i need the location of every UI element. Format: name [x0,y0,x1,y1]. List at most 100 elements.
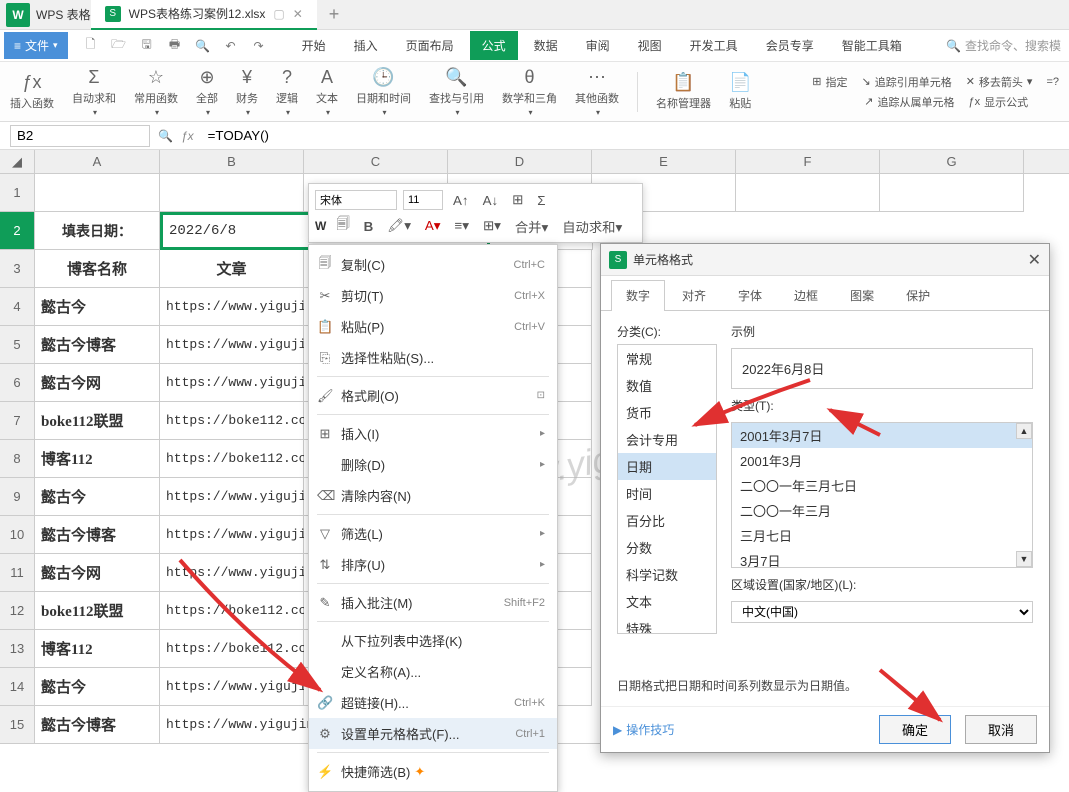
type-list[interactable]: ▲ ▼ 2001年3月7日2001年3月二〇〇一年三月七日二〇〇一年三月三月七日… [731,422,1033,568]
cell[interactable]: https://boke112.cc [160,440,304,478]
row-header[interactable]: 7 [0,402,34,440]
category-item[interactable]: 数值 [618,372,716,399]
remove-arrows-button[interactable]: ✕ 移去箭头 ▾ [966,74,1033,90]
trace-dependents-button[interactable]: ↗ 追踪从属单元格 [864,94,954,110]
copy-item[interactable]: 🗐复制(C)Ctrl+C [309,249,557,280]
cell[interactable]: 懿古今 [35,288,160,326]
sum-icon[interactable]: Σ [533,192,549,209]
ribbon-tab[interactable]: 数据 [522,31,570,60]
show-formulas-button[interactable]: ƒx 显示公式 [968,94,1028,110]
scroll-up-icon[interactable]: ▲ [1016,423,1032,439]
logical-button[interactable]: ?逻辑 [276,67,298,117]
dialog-tab[interactable]: 数字 [611,280,665,311]
cell[interactable]: https://www.yiguji [160,364,304,402]
row-header[interactable]: 9 [0,478,34,516]
increase-font-icon[interactable]: A↑ [449,192,473,209]
clear-item[interactable]: ⌫清除内容(N) [309,480,557,511]
paste-special-item[interactable]: ⎘选择性粘贴(S)... [309,342,557,373]
sort-item[interactable]: ⇅排序(U)▸ [309,549,557,580]
assign-button[interactable]: ⊞ 指定 [812,74,847,90]
close-icon[interactable]: ✕ [293,7,303,21]
ribbon-tab[interactable]: 页面布局 [394,31,466,60]
lookup-button[interactable]: 🔍查找与引用 [429,67,484,117]
dropdown-list-item[interactable]: 从下拉列表中选择(K) [309,625,557,656]
print-icon[interactable]: 🖶 [166,37,184,55]
dialog-tab[interactable]: 保护 [891,280,945,310]
type-item[interactable]: 2001年3月7日 [732,423,1032,448]
name-manager-button[interactable]: 📋名称管理器 [656,72,711,111]
row-header[interactable]: 15 [0,706,34,744]
borders-icon[interactable]: ⊞ [508,191,527,209]
type-item[interactable]: 二〇〇一年三月七日 [732,473,1032,498]
decrease-font-icon[interactable]: A↓ [479,192,503,209]
cell[interactable]: https://boke112.cc [160,402,304,440]
category-list[interactable]: 常规数值货币会计专用日期时间百分比分数科学记数文本特殊自定义 [617,344,717,634]
ribbon-tab[interactable]: 智能工具箱 [830,31,914,60]
dialog-tab[interactable]: 边框 [779,280,833,310]
name-box[interactable] [10,125,150,147]
ribbon-tab[interactable]: 开发工具 [678,31,750,60]
cell[interactable]: https://www.yiguji [160,668,304,706]
tips-link[interactable]: ▶操作技巧 [613,721,674,738]
zoom-out-icon[interactable]: 🔍 [158,129,173,143]
define-name-item[interactable]: 定义名称(A)... [309,656,557,687]
cell[interactable]: 懿古今网 [35,554,160,592]
row-header[interactable]: 8 [0,440,34,478]
cell[interactable]: 博客112 [35,440,160,478]
row-header[interactable]: 10 [0,516,34,554]
cell[interactable]: 懿古今 [35,478,160,516]
cell-A2[interactable]: 填表日期： [35,212,160,250]
new-icon[interactable]: 🗋 [82,37,100,55]
cell[interactable]: 懿古今网 [35,364,160,402]
font-color-icon[interactable]: A▾ [421,217,445,235]
bold-icon[interactable]: B [360,218,378,235]
category-item[interactable]: 特殊 [618,615,716,634]
formula-input[interactable] [202,125,1059,147]
financial-button[interactable]: ¥财务 [236,67,258,117]
column-header[interactable]: A [35,150,160,173]
category-item[interactable]: 时间 [618,480,716,507]
dialog-tab[interactable]: 对齐 [667,280,721,310]
locale-select[interactable]: 中文(中国) [731,601,1033,623]
row-header[interactable]: 1 [0,174,34,212]
other-functions-button[interactable]: ⋯其他函数 [575,67,619,117]
ribbon-tab[interactable]: 会员专享 [754,31,826,60]
cell[interactable]: https://www.yiguji [160,478,304,516]
redo-icon[interactable]: ↷ [250,37,268,55]
dialog-tab[interactable]: 字体 [723,280,777,310]
fx-icon[interactable]: ƒx [181,129,194,143]
cell[interactable]: boke112联盟 [35,402,160,440]
save-icon[interactable]: 🖫 [138,37,156,55]
row-header[interactable]: 4 [0,288,34,326]
category-item[interactable]: 文本 [618,588,716,615]
column-header[interactable]: B [160,150,304,173]
row-header[interactable]: 6 [0,364,34,402]
cancel-button[interactable]: 取消 [965,715,1037,744]
cell-A3[interactable]: 博客名称 [35,250,160,288]
cell[interactable]: 懿古今博客 [35,706,160,744]
close-icon[interactable]: ✕ [1028,250,1041,270]
format-cells-item[interactable]: ⚙设置单元格格式(F)...Ctrl+1 [309,718,557,749]
select-all-corner[interactable]: ◢ [0,150,34,174]
cell[interactable]: https://www.yiguji [160,554,304,592]
math-button[interactable]: θ数学和三角 [502,67,557,117]
ribbon-tab[interactable]: 公式 [470,31,518,60]
command-search[interactable]: 🔍 查找命令、搜索模 [946,37,1069,54]
cell[interactable]: boke112联盟 [35,592,160,630]
category-item[interactable]: 常规 [618,345,716,372]
category-item[interactable]: 日期 [618,453,716,480]
scroll-down-icon[interactable]: ▼ [1016,551,1032,567]
row-header[interactable]: 3 [0,250,34,288]
autosum-button[interactable]: 自动求和▾ [558,216,626,237]
preview-icon[interactable]: 🔍 [194,37,212,55]
cell[interactable]: 懿古今 [35,668,160,706]
category-item[interactable]: 货币 [618,399,716,426]
row-header[interactable]: 2 [0,212,34,250]
highlight-icon[interactable]: 🖍▾ [383,217,415,235]
row-header[interactable]: 11 [0,554,34,592]
open-icon[interactable]: 🗁 [110,37,128,55]
type-item[interactable]: 三月七日 [732,523,1032,548]
column-header[interactable]: C [304,150,448,173]
hyperlink-item[interactable]: 🔗超链接(H)...Ctrl+K [309,687,557,718]
ribbon-tab[interactable]: 视图 [626,31,674,60]
